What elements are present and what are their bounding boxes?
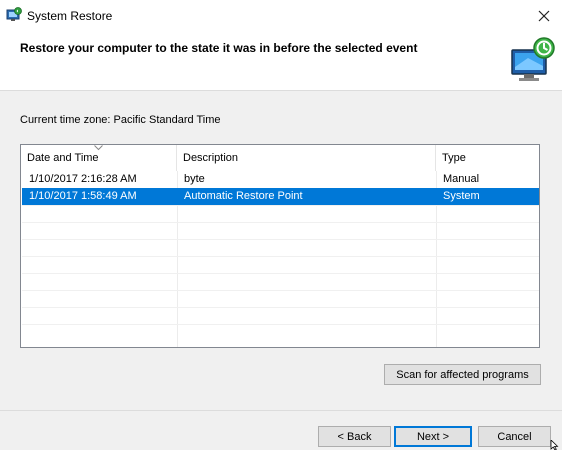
- column-header-description-label: Description: [183, 152, 239, 164]
- row-description: Automatic Restore Point: [184, 190, 303, 202]
- grid-line: [22, 273, 539, 274]
- row-type: Manual: [443, 173, 480, 185]
- column-header-type[interactable]: Type: [436, 145, 539, 171]
- monitor-restore-icon: [511, 37, 555, 81]
- next-button-label: Next >: [416, 430, 450, 443]
- row-date: 1/10/2017 1:58:49 AM: [29, 190, 137, 202]
- sort-descending-icon: [94, 145, 103, 151]
- grid-line: [22, 290, 539, 291]
- close-icon: [538, 10, 550, 21]
- column-header-date-label: Date and Time: [27, 152, 99, 164]
- grid-line: [22, 307, 539, 308]
- grid-line: [22, 222, 539, 223]
- scan-affected-programs-button[interactable]: Scan for affected programs: [384, 364, 541, 385]
- grid-line: [22, 205, 539, 206]
- grid-line: [22, 324, 539, 325]
- restore-point-row-selected[interactable]: 1/10/2017 1:58:49 AM Automatic Restore P…: [22, 188, 539, 205]
- back-button-label: < Back: [337, 430, 372, 443]
- timezone-label: Current time zone: Pacific Standard Time: [20, 114, 221, 126]
- cancel-button[interactable]: Cancel: [478, 426, 551, 447]
- back-button[interactable]: < Back: [318, 426, 391, 447]
- column-header-type-label: Type: [442, 152, 466, 164]
- close-button[interactable]: [526, 0, 562, 31]
- grid-line: [22, 239, 539, 240]
- grid-line: [22, 256, 539, 257]
- column-header-description[interactable]: Description: [177, 145, 436, 171]
- system-restore-icon: [6, 7, 22, 21]
- footer-separator: [0, 410, 562, 411]
- column-header-date[interactable]: Date and Time: [21, 145, 177, 171]
- row-type: System: [443, 190, 480, 202]
- row-description: byte: [184, 173, 205, 185]
- mouse-cursor-icon: [550, 440, 559, 450]
- next-button[interactable]: Next >: [394, 426, 472, 447]
- row-date: 1/10/2017 2:16:28 AM: [29, 173, 137, 185]
- window-title: System Restore: [27, 9, 113, 23]
- restore-points-list[interactable]: Date and Time Description Type 1/10/2017…: [20, 144, 540, 348]
- scan-button-label: Scan for affected programs: [396, 368, 529, 381]
- cancel-button-label: Cancel: [497, 430, 532, 443]
- restore-point-row[interactable]: 1/10/2017 2:16:28 AM byte Manual: [22, 171, 539, 188]
- wizard-header: Restore your computer to the state it wa…: [0, 31, 562, 91]
- title-bar: System Restore: [0, 0, 562, 31]
- header-title: Restore your computer to the state it wa…: [20, 41, 418, 55]
